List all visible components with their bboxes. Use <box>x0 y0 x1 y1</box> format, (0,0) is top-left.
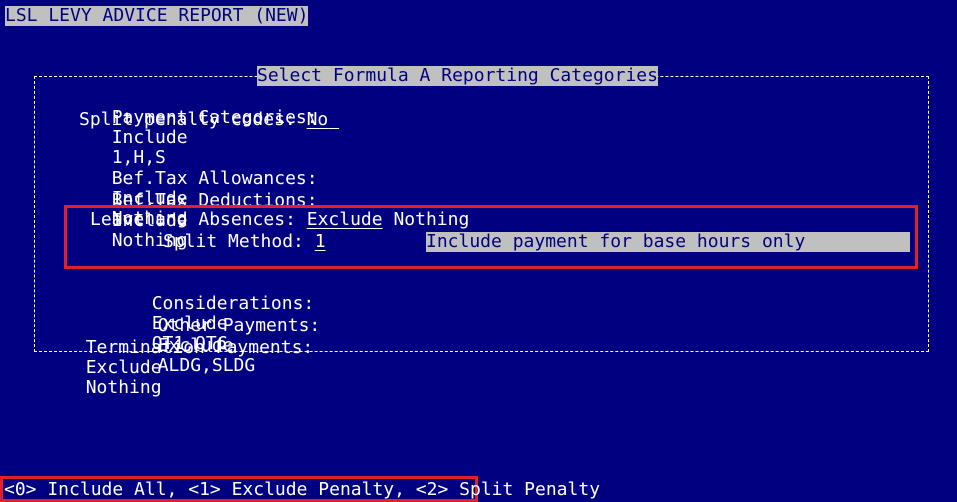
split-penalty-field[interactable]: No <box>307 109 329 130</box>
other-payments-row: Other Payments: Exclude ALDG,SLDG <box>136 296 321 376</box>
split-method-label: Split Method: <box>163 231 304 252</box>
bef-tax-allowances-row: Bef.Tax Allowances: Include Nothing <box>90 149 318 229</box>
termination-payments-label: Termination Payments: <box>85 337 314 358</box>
panel-title: Select Formula A Reporting Categories <box>257 65 658 86</box>
bef-tax-deductions-row: Bef.Tax Deductions: Include Nothing <box>90 171 318 251</box>
split-method-field[interactable]: 1 <box>315 231 326 252</box>
leave-absences-mode[interactable]: Exclude <box>307 209 383 230</box>
status-line: <0> Include All, <1> Exclude Penalty, <2… <box>4 479 601 500</box>
split-penalty-label: Split penalty codes: <box>79 109 296 130</box>
leave-absences-label: Leave and Absences: <box>90 209 296 230</box>
other-payments-value: ALDG,SLDG <box>157 355 256 376</box>
payment-categories-mode[interactable]: Include <box>112 127 188 148</box>
leave-absences-row: Leave and Absences: Exclude Nothing <box>90 210 469 230</box>
termination-payments-row: Termination Payments: Exclude Nothing <box>64 318 314 398</box>
leave-absences-value: Nothing <box>393 209 470 230</box>
considerations-row: Considerations: Exclude OT1,OTC <box>130 274 315 354</box>
payment-categories-row: Payment Categories: Include 1,H,S <box>90 88 318 168</box>
split-penalty-row: Split penalty codes: No <box>79 110 339 130</box>
termination-payments-mode[interactable]: Exclude <box>86 357 162 378</box>
split-method-row: Split Method: 1 <box>163 232 326 252</box>
split-method-description: Include payment for base hours only <box>426 232 910 252</box>
termination-payments-value: Nothing <box>85 377 162 398</box>
screen-title: LSL LEVY ADVICE REPORT (NEW) <box>5 5 309 26</box>
